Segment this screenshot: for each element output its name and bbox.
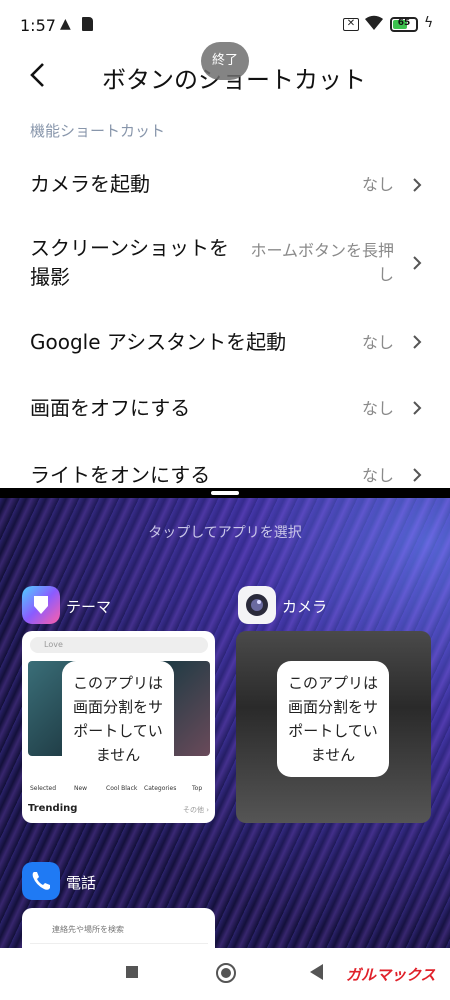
- back-arrow-icon[interactable]: [24, 60, 54, 90]
- shortcut-row-screenshot[interactable]: スクリーンショットを 撮影 ホームボタンを長押 し: [0, 234, 450, 292]
- shortcut-row-assistant[interactable]: Google アシスタントを起動 なし: [0, 328, 450, 358]
- theme-app-icon: [22, 586, 60, 624]
- select-app-hint: タップしてアプリを選択: [148, 525, 302, 541]
- battery-level: 65: [397, 18, 411, 28]
- shortcut-value: なし: [361, 175, 394, 194]
- chevron-right-icon: [413, 178, 422, 192]
- no-sim-icon: ✕: [343, 18, 359, 31]
- chevron-right-icon: [413, 468, 422, 482]
- theme-app-name: テーマ: [66, 598, 112, 616]
- end-split-button[interactable]: 終了: [201, 42, 249, 80]
- home-circle-icon[interactable]: [216, 963, 236, 983]
- status-time: 1:57: [20, 16, 56, 35]
- shortcut-value: なし: [361, 466, 394, 485]
- phone-search-bar: 連絡先や場所を検索: [30, 916, 208, 944]
- shortcut-row-flashlight[interactable]: ライトをオンにする なし: [0, 461, 450, 488]
- navigation-bar: ガルマックス: [0, 948, 450, 1000]
- theme-tab: Categories: [144, 785, 177, 792]
- sd-card-icon: [82, 17, 93, 31]
- watermark-logo: ガルマックス: [346, 966, 436, 984]
- shortcut-label-line1: スクリーンショットを: [30, 236, 229, 260]
- phone-app-name: 電話: [66, 874, 97, 892]
- phone-app-icon: [22, 862, 60, 900]
- theme-tab: Selected: [30, 785, 57, 792]
- shortcut-label: 画面をオフにする: [30, 396, 191, 420]
- wifi-icon: [365, 15, 383, 30]
- shortcut-value: なし: [361, 399, 394, 418]
- shortcut-label: カメラを起動: [30, 172, 150, 196]
- camera-app-icon: [238, 586, 276, 624]
- battery-icon: 65: [390, 17, 418, 32]
- chevron-right-icon: [413, 335, 422, 349]
- recents-square-icon[interactable]: [126, 966, 138, 978]
- chevron-right-icon: [413, 401, 422, 415]
- section-title: 機能ショートカット: [30, 122, 166, 140]
- no-split-message: このアプリは画面分割をサポートしていません: [277, 661, 389, 777]
- shortcut-row-screen-off[interactable]: 画面をオフにする なし: [0, 394, 450, 424]
- theme-more-link: その他 ›: [182, 806, 209, 814]
- back-triangle-icon[interactable]: [310, 964, 323, 980]
- warning-icon: ▲: [60, 16, 71, 32]
- theme-tab: Top: [192, 785, 203, 792]
- split-divider-handle[interactable]: [211, 491, 239, 495]
- theme-tab: Cool Black: [106, 785, 138, 792]
- camera-app-name: カメラ: [282, 598, 328, 616]
- phone-app-card[interactable]: 連絡先や場所を検索: [22, 908, 215, 948]
- theme-trending-heading: Trending: [28, 803, 78, 814]
- shortcut-row-camera[interactable]: カメラを起動 なし: [0, 170, 450, 200]
- charging-icon: ϟ: [424, 15, 434, 31]
- recents-panel: タップしてアプリを選択 テーマ Love Selected New Cool B…: [0, 498, 450, 948]
- chevron-right-icon: [413, 256, 422, 270]
- theme-search-bar: Love: [30, 637, 208, 653]
- no-split-message: このアプリは画面分割をサポートしていません: [62, 661, 174, 777]
- shortcut-label: ライトをオンにする: [30, 463, 211, 487]
- shortcut-value-line2: し: [377, 265, 394, 284]
- theme-tab: New: [74, 785, 88, 792]
- shortcut-value-line1: ホームボタンを長押: [250, 241, 394, 260]
- shortcut-value: なし: [361, 333, 394, 352]
- shortcut-label: Google アシスタントを起動: [30, 330, 287, 354]
- shortcut-label-line2: 撮影: [30, 265, 70, 289]
